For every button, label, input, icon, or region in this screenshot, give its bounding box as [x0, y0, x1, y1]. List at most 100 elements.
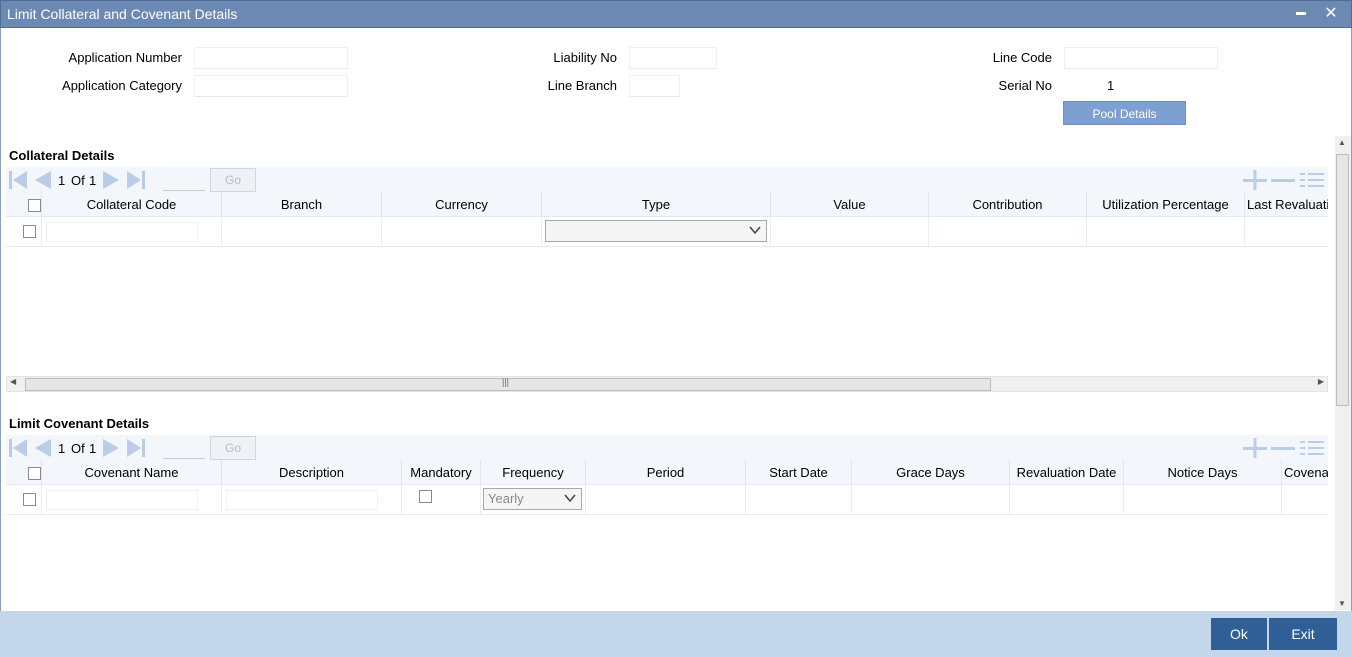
covenant-section-title: Limit Covenant Details — [9, 416, 150, 431]
next-page-icon[interactable] — [102, 170, 120, 190]
column-header[interactable]: Grace Days — [852, 460, 1010, 485]
column-header[interactable]: Start Date — [746, 460, 852, 485]
column-header[interactable]: Utilization Percentage — [1087, 192, 1245, 217]
column-header[interactable]: Covena — [1282, 460, 1328, 485]
description-input[interactable] — [226, 490, 378, 510]
window-titlebar: Limit Collateral and Covenant Details ▬ … — [0, 0, 1352, 28]
page-of-label: Of — [71, 441, 85, 456]
scroll-down-icon[interactable]: ▼ — [1338, 599, 1346, 608]
page-number-input[interactable] — [163, 169, 205, 191]
scroll-thumb[interactable] — [1336, 154, 1349, 406]
single-view-icon[interactable] — [1299, 170, 1325, 190]
column-header[interactable]: Type — [542, 192, 771, 217]
frequency-select[interactable]: Yearly — [483, 488, 582, 510]
chevron-down-icon — [748, 223, 762, 240]
column-header[interactable]: Notice Days — [1124, 460, 1282, 485]
column-header[interactable]: Last Revaluati — [1245, 192, 1328, 217]
page-current: 1 — [58, 173, 66, 188]
covenant-grid: Covenant Name Description Mandatory Freq… — [6, 460, 1328, 610]
revaluation-date-cell[interactable] — [1010, 485, 1124, 515]
go-button[interactable]: Go — [210, 168, 256, 192]
start-date-cell[interactable] — [746, 485, 852, 515]
branch-cell[interactable] — [222, 217, 382, 247]
column-header[interactable]: Description — [222, 460, 402, 485]
scroll-grip-icon: ||| — [502, 377, 510, 387]
currency-cell[interactable] — [382, 217, 542, 247]
grace-days-cell[interactable] — [852, 485, 1010, 515]
period-cell[interactable] — [586, 485, 746, 515]
exit-button[interactable]: Exit — [1269, 618, 1337, 650]
line-branch-field[interactable] — [629, 75, 680, 97]
row-checkbox[interactable] — [23, 493, 36, 506]
column-header[interactable]: Frequency — [481, 460, 586, 485]
close-icon[interactable]: ✕ — [1321, 3, 1341, 23]
application-category-field[interactable] — [194, 75, 348, 97]
page-total: 1 — [89, 173, 97, 188]
mandatory-checkbox[interactable] — [419, 490, 432, 503]
next-page-icon[interactable] — [102, 438, 120, 458]
page-of-label: Of — [71, 173, 85, 188]
notice-days-cell[interactable] — [1124, 485, 1282, 515]
scroll-left-icon[interactable]: ◀ — [10, 377, 16, 386]
last-page-icon[interactable] — [126, 438, 145, 458]
first-page-icon[interactable] — [8, 438, 27, 458]
type-select[interactable] — [545, 220, 767, 242]
window-title: Limit Collateral and Covenant Details — [7, 6, 238, 22]
select-all-checkbox[interactable] — [28, 467, 41, 480]
chevron-down-icon — [563, 491, 577, 508]
collateral-grid: Collateral Code Branch Currency Type Val… — [6, 192, 1328, 376]
last-page-icon[interactable] — [126, 170, 145, 190]
add-row-icon[interactable] — [1242, 438, 1268, 458]
horizontal-scrollbar[interactable]: ◀ ||| ▶ — [6, 376, 1328, 392]
liability-no-label: Liability No — [553, 50, 617, 65]
collateral-code-input[interactable] — [46, 222, 198, 242]
line-branch-label: Line Branch — [547, 78, 617, 93]
delete-row-icon[interactable] — [1270, 170, 1296, 190]
column-header[interactable]: Value — [771, 192, 929, 217]
prev-page-icon[interactable] — [32, 438, 51, 458]
ok-button[interactable]: Ok — [1211, 618, 1267, 650]
page-number-input[interactable] — [163, 437, 205, 459]
dialog-footer: Ok Exit — [0, 611, 1352, 657]
go-button[interactable]: Go — [210, 436, 256, 460]
row-checkbox[interactable] — [23, 225, 36, 238]
page-total: 1 — [89, 441, 97, 456]
column-header[interactable]: Revaluation Date — [1010, 460, 1124, 485]
delete-row-icon[interactable] — [1270, 438, 1296, 458]
first-page-icon[interactable] — [8, 170, 27, 190]
column-header[interactable]: Contribution — [929, 192, 1087, 217]
scroll-thumb[interactable]: ||| — [25, 377, 991, 391]
select-all-checkbox[interactable] — [28, 199, 41, 212]
covenant-pagination-bar: 1 Of 1 Go — [6, 435, 1328, 461]
vertical-scrollbar[interactable]: ▲ ▼ — [1335, 136, 1351, 610]
pool-details-button[interactable]: Pool Details — [1063, 101, 1186, 125]
minimize-icon[interactable]: ▬ — [1291, 7, 1311, 27]
column-header[interactable]: Branch — [222, 192, 382, 217]
add-row-icon[interactable] — [1242, 170, 1268, 190]
column-header[interactable]: Mandatory — [402, 460, 481, 485]
single-view-icon[interactable] — [1299, 438, 1325, 458]
liability-no-field[interactable] — [629, 47, 717, 69]
contribution-cell[interactable] — [929, 217, 1087, 247]
serial-no-label: Serial No — [998, 78, 1052, 93]
value-cell[interactable] — [771, 217, 929, 247]
scroll-up-icon[interactable]: ▲ — [1338, 138, 1346, 147]
table-row: Yearly — [6, 485, 1328, 515]
column-header[interactable]: Covenant Name — [42, 460, 222, 485]
covenant-extra-cell[interactable] — [1282, 485, 1328, 515]
column-header[interactable]: Period — [586, 460, 746, 485]
utilization-cell[interactable] — [1087, 217, 1245, 247]
scroll-right-icon[interactable]: ▶ — [1318, 377, 1324, 386]
last-revaluation-cell[interactable] — [1245, 217, 1328, 247]
prev-page-icon[interactable] — [32, 170, 51, 190]
column-header[interactable]: Currency — [382, 192, 542, 217]
application-number-field[interactable] — [194, 47, 348, 69]
column-header[interactable]: Collateral Code — [42, 192, 222, 217]
collateral-grid-header: Collateral Code Branch Currency Type Val… — [6, 192, 1328, 217]
collateral-section-title: Collateral Details — [9, 148, 115, 163]
covenant-name-input[interactable] — [46, 490, 198, 510]
line-code-field[interactable] — [1064, 47, 1218, 69]
table-row — [6, 217, 1328, 247]
line-code-label: Line Code — [992, 50, 1052, 65]
serial-no-field[interactable]: 1 — [1064, 75, 1218, 97]
